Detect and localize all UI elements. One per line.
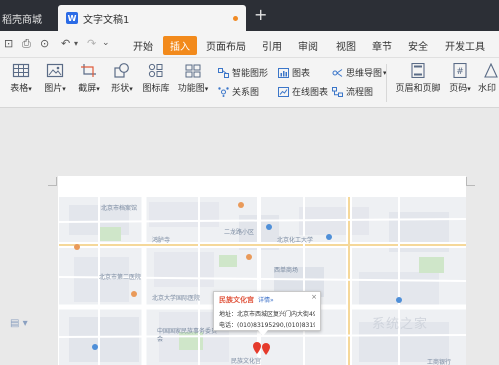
map-label: 西单商场	[274, 267, 299, 274]
popup-title: 民族文化宫 详情»	[219, 296, 274, 304]
page-number-button[interactable]: # 页码▾	[446, 63, 474, 94]
table-icon	[12, 63, 30, 78]
menu-references[interactable]: 引用	[262, 38, 282, 53]
watermark-icon	[484, 63, 498, 78]
document-nav-icon[interactable]: ▤ ▾	[10, 318, 28, 329]
title-bar: 稻壳商城 W 文字文稿1 +	[0, 0, 499, 31]
map-info-popup[interactable]: 民族文化宫 详情» 地址：北京市西城区复兴门内大街49号 电话：(010)8319…	[213, 291, 321, 336]
function-chart-icon	[185, 64, 201, 78]
menu-page-layout[interactable]: 页面布局	[206, 38, 246, 53]
mindmap-label: 思维导图	[346, 69, 383, 79]
header-footer-icon	[411, 63, 425, 78]
preview-icon[interactable]: ⊙	[40, 37, 49, 50]
relation-chart-button[interactable]: 关系图	[218, 85, 259, 98]
screenshot-button[interactable]: 截屏▾	[74, 63, 104, 94]
screenshot-label: 截屏	[78, 84, 97, 94]
page-number-icon: #	[453, 63, 467, 78]
popup-address: 地址：北京市西城区复兴门内大街49号	[219, 311, 315, 318]
close-icon[interactable]: ×	[311, 293, 317, 301]
undo-icon[interactable]: ↶	[61, 37, 70, 50]
relation-chart-label: 关系图	[232, 88, 260, 98]
print-icon[interactable]: ⎙	[22, 37, 31, 51]
map-label: 北京市档案馆	[101, 205, 138, 212]
more-icon[interactable]: ⌄	[102, 38, 110, 48]
insert-ribbon: 表格▾ 图片▾ 截屏▾ 形状▾ 图标库 功能图▾ 智能图形 图表 思维导图 ▾ 关…	[0, 58, 499, 108]
relation-chart-icon	[218, 86, 229, 97]
ribbon-divider	[386, 64, 387, 102]
page-number-label: 页码	[449, 84, 468, 94]
watermark-button[interactable]: 水印	[478, 63, 499, 94]
tab-document-label: 文字文稿1	[83, 14, 130, 26]
map-label: 工商银行	[427, 359, 452, 365]
map-label: 北京大学国际医院	[152, 295, 201, 302]
redo-icon[interactable]: ↷	[87, 37, 96, 50]
shape-icon	[114, 63, 129, 78]
flowchart-icon	[332, 86, 343, 97]
flowchart-button[interactable]: 流程图	[332, 85, 373, 98]
menu-developer[interactable]: 开发工具	[445, 38, 485, 53]
tab-document[interactable]: W 文字文稿1	[58, 5, 246, 31]
smart-shape-icon	[218, 67, 229, 78]
margin-corner-mark	[466, 177, 475, 186]
map-label: 民族文化宫	[231, 358, 262, 365]
picture-icon	[46, 63, 64, 78]
icon-library-button[interactable]: 图标库	[141, 63, 171, 94]
svg-text:#: #	[456, 67, 464, 77]
undo-dropdown-icon[interactable]: ▾	[74, 39, 78, 48]
menu-insert[interactable]: 插入	[163, 36, 197, 55]
shape-label: 形状	[111, 84, 130, 94]
function-chart-button[interactable]: 功能图▾	[175, 63, 211, 94]
shape-button[interactable]: 形状▾	[107, 63, 137, 94]
table-button[interactable]: 表格▾	[6, 63, 36, 94]
menu-bar: ⊡ ⎙ ⊙ ↶ ▾ ↷ ⌄ 开始 插入 页面布局 引用 审阅 视图 章节 安全 …	[0, 31, 499, 58]
map-label: 北京化工大学	[277, 237, 314, 244]
mindmap-icon	[332, 68, 343, 77]
site-watermark: 系统之家	[372, 317, 429, 332]
smart-shape-button[interactable]: 智能图形	[218, 66, 268, 79]
chart-icon	[278, 67, 289, 78]
icon-library-icon	[148, 63, 163, 78]
chart-button[interactable]: 图表	[278, 66, 310, 79]
picture-label: 图片	[44, 84, 63, 94]
header-footer-label: 页眉和页脚	[395, 84, 441, 94]
online-chart-icon	[278, 86, 289, 97]
map-label: 鸿胪寺	[152, 237, 171, 244]
writer-icon: W	[66, 12, 78, 24]
header-footer-button[interactable]: 页眉和页脚	[392, 63, 444, 94]
map-label: 二龙路小区	[224, 229, 255, 236]
tab-store-label: 稻壳商城	[2, 14, 42, 26]
table-label: 表格	[10, 84, 29, 94]
chart-label: 图表	[292, 69, 311, 79]
icon-library-label: 图标库	[142, 84, 170, 94]
flowchart-label: 流程图	[346, 88, 374, 98]
smart-shape-label: 智能图形	[232, 69, 269, 79]
menu-review[interactable]: 审阅	[298, 38, 318, 53]
menu-start[interactable]: 开始	[133, 38, 153, 53]
unsaved-dot-icon	[233, 16, 238, 21]
popup-details-link[interactable]: 详情»	[258, 297, 274, 304]
watermark-label: 水印	[478, 84, 497, 94]
popup-phone: 电话：(010)83195290,(010)83195500	[219, 322, 315, 329]
menu-chapter[interactable]: 章节	[372, 38, 392, 53]
map-label: 中国国家民族事务委员会	[157, 328, 218, 343]
function-chart-label: 功能图	[177, 84, 205, 94]
menu-security[interactable]: 安全	[408, 38, 428, 53]
mindmap-button[interactable]: 思维导图 ▾	[332, 66, 387, 79]
picture-button[interactable]: 图片▾	[40, 63, 70, 94]
online-chart-button[interactable]: 在线图表	[278, 85, 328, 98]
tab-store[interactable]: 稻壳商城	[0, 5, 58, 31]
new-tab-button[interactable]: +	[254, 7, 267, 23]
save-icon[interactable]: ⊡	[4, 37, 13, 50]
menu-view[interactable]: 视图	[336, 38, 356, 53]
margin-corner-mark	[48, 177, 57, 186]
map-graphic	[59, 197, 466, 365]
screenshot-icon	[81, 64, 96, 77]
map-label: 北京市第二医院	[99, 274, 142, 281]
map-picture[interactable]: 北京市档案馆 二龙路小区 鸿胪寺 北京市第二医院 北京化工大学 西单商场 北京大…	[59, 197, 466, 365]
online-chart-label: 在线图表	[292, 88, 329, 98]
